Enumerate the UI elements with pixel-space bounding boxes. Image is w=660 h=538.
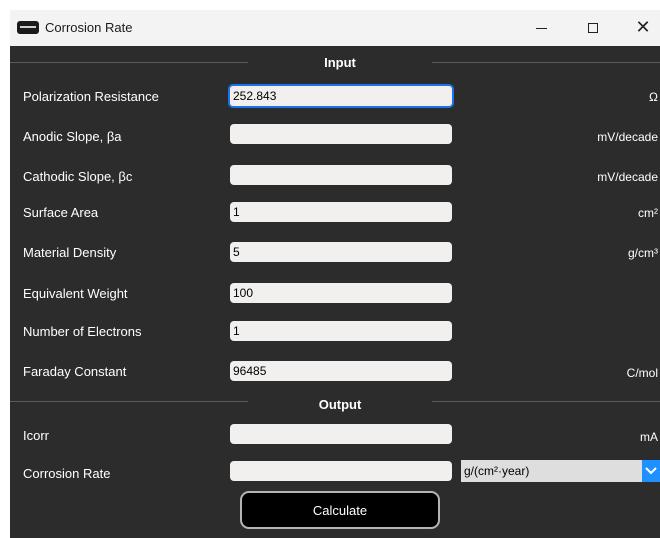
divider	[432, 62, 660, 63]
icorr-output	[230, 424, 452, 444]
chevron-down-icon[interactable]	[642, 460, 660, 482]
equivalent-weight-label: Equivalent Weight	[23, 286, 128, 301]
output-section-title: Output	[318, 397, 362, 412]
surface-area-input[interactable]	[230, 202, 452, 222]
surface-area-label: Surface Area	[23, 205, 99, 220]
calculate-button[interactable]: Calculate	[240, 491, 440, 529]
minimize-icon	[535, 27, 547, 29]
minimize-button[interactable]	[518, 10, 564, 46]
faraday-constant-unit: C/mol	[626, 366, 658, 380]
maximize-icon	[588, 23, 598, 33]
cathodic-slope-unit: mV/decade	[597, 170, 658, 184]
anodic-slope-label: Anodic Slope, βa	[23, 129, 122, 144]
close-icon: ✕	[635, 17, 651, 38]
material-density-label: Material Density	[23, 245, 117, 260]
polarization-resistance-input[interactable]	[230, 86, 452, 106]
title-bar[interactable]: Corrosion Rate ✕	[10, 10, 660, 46]
material-density-unit: g/cm³	[628, 246, 658, 260]
number-of-electrons-label: Number of Electrons	[23, 324, 142, 339]
faraday-constant-input[interactable]	[230, 361, 452, 381]
icorr-unit: mA	[640, 430, 658, 444]
app-window: Corrosion Rate ✕ Input Polarization Resi…	[10, 10, 660, 538]
app-icon	[17, 21, 39, 34]
window-title: Corrosion Rate	[45, 20, 133, 35]
divider	[432, 401, 660, 402]
close-button[interactable]: ✕	[620, 10, 660, 46]
divider	[10, 401, 248, 402]
corrosion-rate-unit-value: g/(cm²·year)	[464, 464, 530, 478]
corrosion-rate-label: Corrosion Rate	[23, 466, 111, 481]
corrosion-rate-output	[230, 461, 452, 481]
anodic-slope-input[interactable]	[230, 124, 452, 144]
material-density-input[interactable]	[230, 242, 452, 262]
divider	[10, 62, 248, 63]
input-section-title: Input	[324, 55, 356, 70]
anodic-slope-unit: mV/decade	[597, 130, 658, 144]
ohm-unit: Ω	[649, 90, 658, 104]
corrosion-rate-unit-select[interactable]: g/(cm²·year)	[461, 460, 660, 482]
number-of-electrons-input[interactable]	[230, 321, 452, 341]
faraday-constant-label: Faraday Constant	[23, 364, 127, 379]
surface-area-unit: cm²	[638, 206, 658, 220]
icorr-label: Icorr	[23, 428, 49, 443]
cathodic-slope-input[interactable]	[230, 165, 452, 185]
polarization-resistance-label: Polarization Resistance	[23, 89, 159, 104]
equivalent-weight-input[interactable]	[230, 283, 452, 303]
cathodic-slope-label: Cathodic Slope, βc	[23, 169, 133, 184]
maximize-button[interactable]	[570, 10, 616, 46]
